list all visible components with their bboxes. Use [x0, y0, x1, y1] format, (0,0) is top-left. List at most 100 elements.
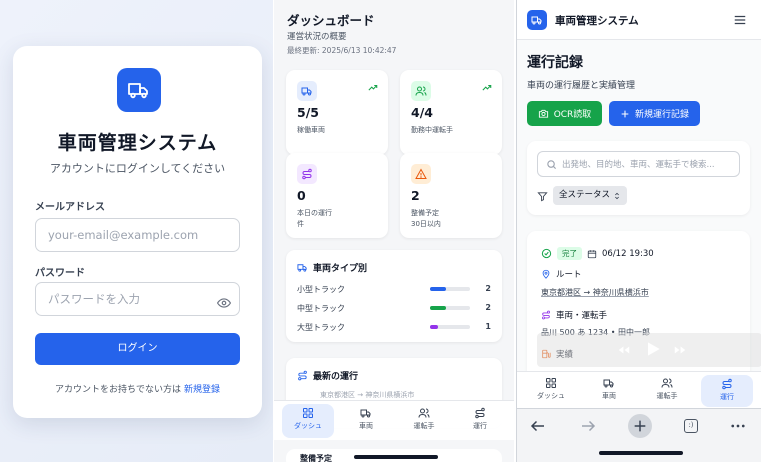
vehicle-type-title: 車両タイプ別 — [313, 264, 368, 274]
more-icon[interactable] — [729, 417, 747, 435]
password-field[interactable] — [35, 282, 240, 316]
password-label: パスワード — [35, 268, 85, 279]
recent-trips-heading: 最新の運行 — [297, 369, 358, 382]
vehicle-type-row: 大型トラック 1 — [297, 322, 491, 334]
email-label: メールアドレス — [35, 202, 105, 213]
map-pin-icon — [542, 269, 550, 279]
show-password-icon[interactable] — [217, 292, 231, 311]
menu-icon[interactable] — [733, 13, 747, 27]
stat-label: 整備予定 30日以内 — [411, 208, 441, 230]
vehicle-type-name: 大型トラック — [297, 323, 345, 332]
stat-label-sub: 30日以内 — [411, 220, 441, 228]
nav-drivers[interactable]: 運転手 — [641, 372, 693, 409]
forward-arrow-icon[interactable] — [579, 417, 597, 435]
status-filter-value: 全ステータス — [559, 190, 611, 200]
page-title: ダッシュボード — [287, 13, 375, 28]
signup-link[interactable]: 新規登録 — [184, 385, 220, 395]
nav-dashboard[interactable]: ダッシュ — [525, 372, 577, 409]
vehicle-type-name: 小型トラック — [297, 285, 345, 294]
nav-trips[interactable]: 運行 — [454, 401, 506, 441]
users-icon — [411, 81, 431, 101]
nav-dashboard[interactable]: ダッシュ — [282, 404, 334, 438]
email-field[interactable] — [35, 218, 240, 252]
route-icon — [542, 310, 550, 320]
app-logo — [117, 68, 161, 112]
dashboard-screen: ダッシュボード 運営状況の概要 最終更新: 2025/6/13 10:42:47… — [274, 0, 514, 462]
maintenance-heading: 整備予定 — [300, 454, 332, 462]
nav-vehicles[interactable]: 車両 — [583, 372, 635, 409]
nav-label: ダッシュ — [294, 422, 322, 430]
chevron-updown-icon — [615, 192, 619, 199]
last-updated: 最終更新: 2025/6/13 10:42:47 — [287, 46, 397, 55]
plus-icon — [634, 420, 646, 432]
forward-icon — [674, 346, 686, 354]
login-button[interactable]: ログイン — [35, 333, 240, 365]
media-overlay — [537, 333, 761, 367]
grid-icon — [546, 378, 556, 388]
stat-label: 本日の運行 件 — [297, 208, 332, 230]
new-tab-button[interactable] — [628, 414, 652, 438]
new-trip-button[interactable]: 新規運行記録 — [609, 101, 700, 126]
recent-trips-title: 最新の運行 — [313, 372, 359, 382]
app-logo[interactable] — [527, 10, 547, 30]
login-screen: 車両管理システム アカウントにログインしてください メールアドレス パスワード … — [0, 0, 273, 462]
bottom-nav: ダッシュ 車両 運転手 運行 — [517, 371, 761, 408]
vehicle-type-bar — [430, 325, 470, 329]
nav-vehicles[interactable]: 車両 — [340, 401, 392, 441]
recent-trip-preview[interactable]: 東京都港区 → 神奈川県横浜市 — [320, 390, 414, 400]
stat-label: 稼働車両 — [297, 126, 325, 134]
back-arrow-icon[interactable] — [529, 417, 547, 435]
vehicle-type-bar-fill — [430, 306, 446, 310]
plus-icon — [621, 110, 629, 117]
stat-value: 4/4 — [411, 105, 433, 120]
login-subtitle: アカウントにログインしてください — [49, 162, 226, 175]
trend-up-icon — [368, 84, 378, 91]
stat-card-maintenance[interactable]: 2 整備予定 30日以内 — [400, 153, 502, 238]
search-input[interactable] — [562, 156, 737, 173]
nav-drivers[interactable]: 運転手 — [398, 401, 450, 441]
vehicle-type-row: 小型トラック 2 — [297, 284, 491, 296]
nav-label: 運転手 — [413, 422, 435, 430]
warning-icon — [411, 164, 431, 184]
truck-icon — [603, 379, 614, 388]
vehicle-type-count: 1 — [485, 322, 491, 331]
page-subtitle: 車両の運行履歴と実績管理 — [527, 81, 636, 91]
nav-label: 運転手 — [656, 392, 678, 400]
stat-card-trips[interactable]: 0 本日の運行 件 — [286, 153, 388, 238]
stat-card-vehicles[interactable]: 5/5 稼働車両 — [286, 70, 388, 155]
route-icon — [298, 370, 307, 381]
vehicle-type-count: 2 — [485, 303, 491, 312]
truck-icon — [531, 16, 542, 25]
truck-icon — [297, 264, 307, 272]
search-icon — [547, 160, 557, 170]
page-subtitle: 運営状況の概要 — [287, 32, 347, 42]
stat-value: 5/5 — [297, 105, 319, 120]
truck-icon — [360, 409, 371, 418]
route-icon — [297, 164, 317, 184]
nav-label: ダッシュ — [537, 392, 565, 400]
camera-icon — [538, 109, 548, 118]
stat-label-sub: 件 — [297, 220, 304, 228]
vehicle-type-bar-fill — [430, 325, 438, 329]
vehicle-type-card: 車両タイプ別 小型トラック 2 中型トラック 2 大型トラック 1 — [286, 250, 502, 342]
search-box — [537, 151, 740, 177]
trips-screen: 車両管理システム 運行記録 車両の運行履歴と実績管理 OCR読取 新規運行記録 … — [516, 0, 761, 462]
status-filter-select[interactable]: 全ステータス — [553, 186, 628, 205]
stat-card-drivers[interactable]: 4/4 勤務中運転手 — [400, 70, 502, 155]
route-icon — [722, 378, 732, 390]
signup-row: アカウントをお持ちでない方は 新規登録 — [13, 382, 262, 395]
login-title: 車両管理システム — [57, 132, 218, 154]
login-card: 車両管理システム アカウントにログインしてください メールアドレス パスワード … — [13, 46, 262, 418]
route-label-row: ルート — [541, 268, 582, 280]
trend-up-icon — [482, 84, 492, 91]
vehicle-driver-label-row: 車両・運転手 — [541, 309, 607, 321]
ocr-button[interactable]: OCR読取 — [527, 101, 602, 126]
stat-value: 2 — [411, 188, 420, 203]
rewind-icon — [618, 346, 630, 354]
page-title: 運行記録 — [527, 55, 583, 71]
tab-switcher-button[interactable]: :) — [684, 419, 698, 433]
vehicle-type-bar — [430, 306, 470, 310]
stat-label-main: 本日の運行 — [297, 209, 332, 217]
nav-label: 車両 — [602, 392, 616, 400]
nav-trips[interactable]: 運行 — [701, 375, 753, 407]
